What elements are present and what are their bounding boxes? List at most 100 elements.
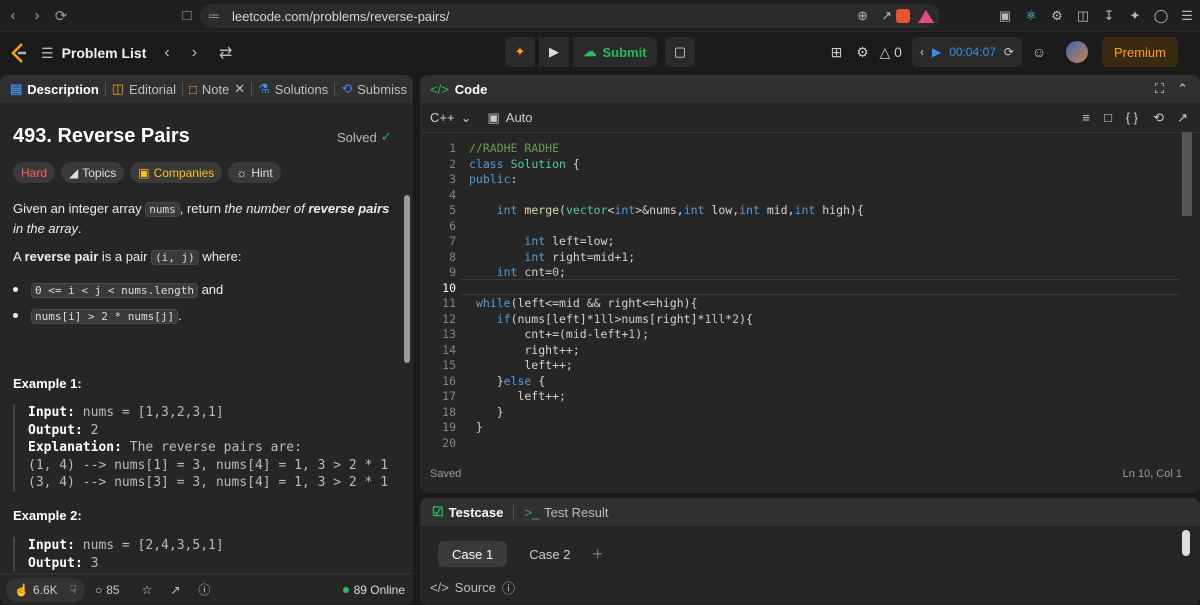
auto-mode-label[interactable]: Auto: [506, 110, 533, 125]
react-icon[interactable]: ⚛: [1020, 6, 1042, 26]
avatar[interactable]: [1065, 41, 1088, 63]
site-settings-icon[interactable]: ≔: [208, 9, 220, 23]
sidebar-icon[interactable]: ◫: [1072, 6, 1094, 26]
tab-testcase[interactable]: ☑ Testcase: [432, 504, 503, 520]
debugger-icon[interactable]: ✦: [505, 37, 535, 67]
layout-icon[interactable]: ⊞: [824, 37, 850, 67]
thumbs-down-icon[interactable]: ☟: [70, 583, 77, 597]
text: is a pair: [98, 249, 152, 264]
description-scrollbar[interactable]: [404, 195, 410, 363]
editor-scrollbar[interactable]: [1182, 132, 1192, 216]
code-tab-bar: </> Code ⛶ ⌃: [420, 75, 1200, 103]
bookmark-icon[interactable]: □: [176, 5, 198, 27]
vpn-icon[interactable]: ◯: [1150, 6, 1172, 26]
timer-value: 00:04:07: [949, 45, 996, 59]
leo-ai-icon[interactable]: ✦: [1124, 6, 1146, 26]
text: .: [78, 221, 82, 236]
problem-list-icon[interactable]: ☰: [41, 45, 54, 62]
problem-list-link[interactable]: Problem List: [62, 45, 147, 61]
likes-count: 6.6K: [32, 582, 58, 597]
extensions-icon[interactable]: ⚙: [1046, 6, 1068, 26]
checkbox-icon: ☑: [432, 504, 444, 519]
address-bar[interactable]: ≔ leetcode.com/problems/reverse-pairs/ ⊕…: [200, 4, 940, 28]
add-case-icon[interactable]: +: [592, 544, 603, 565]
language-select[interactable]: C++: [430, 110, 455, 125]
hint-badge[interactable]: ☼ Hint: [228, 162, 281, 183]
back-arrow-icon[interactable]: ‹: [2, 5, 24, 27]
timer-play-icon[interactable]: ▶: [932, 45, 941, 59]
text: where:: [198, 249, 242, 264]
download-icon[interactable]: ↧: [1098, 6, 1120, 26]
inline-code: nums[i] > 2 * nums[j]: [31, 309, 179, 324]
wallet-icon[interactable]: ▣: [994, 6, 1016, 26]
tab-submissions[interactable]: ⟲ Submiss: [341, 81, 407, 97]
brave-shield-icon[interactable]: [896, 9, 910, 23]
share-link-icon[interactable]: ↗: [170, 583, 180, 597]
notes-icon[interactable]: ▢: [665, 37, 695, 67]
fullscreen-icon[interactable]: ↗: [1177, 110, 1188, 126]
settings-gear-icon[interactable]: ⚙: [850, 37, 876, 67]
braces-icon[interactable]: { }: [1126, 110, 1138, 125]
tab-divider: [513, 505, 515, 519]
share-icon[interactable]: ↗: [881, 8, 892, 24]
case-2-tab[interactable]: Case 2: [515, 541, 584, 567]
format-lines-icon[interactable]: ≡: [1082, 110, 1090, 125]
online-count: 89 Online: [353, 582, 405, 597]
close-icon[interactable]: ✕: [234, 81, 245, 97]
reset-code-icon[interactable]: ⟲: [1153, 110, 1164, 126]
online-indicator: 89 Online: [342, 582, 405, 597]
bookmark-code-icon[interactable]: □: [1104, 110, 1112, 125]
tab-solutions[interactable]: ⚗ Solutions: [258, 81, 328, 97]
help-circle-icon[interactable]: ⓘ: [502, 578, 515, 597]
submit-button[interactable]: ☁ Submit: [573, 37, 657, 67]
tab-description[interactable]: ▤ Description: [10, 81, 99, 97]
help-circle-icon[interactable]: ⓘ: [198, 581, 210, 598]
timer-reset-icon[interactable]: ⟳: [1004, 45, 1014, 59]
forward-arrow-icon[interactable]: ›: [26, 5, 48, 27]
value: nums = [1,3,2,3,1]: [74, 405, 224, 420]
tab-note[interactable]: □ Note ✕: [189, 81, 245, 97]
leetcode-logo-icon[interactable]: [9, 42, 29, 64]
label: Explanation:: [28, 440, 122, 455]
shuffle-icon[interactable]: ⇄: [219, 43, 232, 63]
testcase-scrollbar[interactable]: [1182, 530, 1190, 556]
url-text: leetcode.com/problems/reverse-pairs/: [232, 8, 450, 24]
inline-code: nums: [145, 202, 180, 217]
timer[interactable]: ‹ ▶ 00:04:07 ⟳: [911, 37, 1022, 67]
add-user-icon[interactable]: ☺: [1026, 37, 1052, 67]
online-dot: [342, 586, 349, 593]
brave-rewards-icon[interactable]: [918, 9, 934, 23]
text: Given an integer array: [13, 201, 146, 216]
case-1-tab[interactable]: Case 1: [438, 541, 508, 567]
topics-badge[interactable]: ◢ Topics: [61, 162, 125, 183]
value: (3, 4) --> nums[3] = 3, nums[4] = 1, 3 >…: [28, 475, 389, 490]
source-toggle[interactable]: </> Source ⓘ: [430, 578, 515, 597]
inline-code: (i, j): [151, 250, 199, 265]
run-icon[interactable]: ▶: [539, 37, 569, 67]
like-button[interactable]: ☝ 6.6K ☟: [6, 577, 85, 602]
case-tabs: Case 1 Case 2 +: [438, 541, 603, 567]
reload-icon[interactable]: ⟳: [50, 5, 72, 27]
companies-label: Companies: [153, 165, 215, 180]
code-tab-label[interactable]: Code: [455, 82, 488, 97]
label: Input:: [28, 405, 75, 420]
next-problem-icon[interactable]: ›: [192, 44, 197, 62]
source-label: Source: [454, 580, 496, 595]
collapse-chevron-icon[interactable]: ⌃: [1177, 81, 1188, 97]
tab-editorial[interactable]: ◫ Editorial: [112, 81, 176, 97]
companies-badge[interactable]: ▣ Companies: [130, 162, 223, 183]
star-icon[interactable]: ☆: [142, 583, 153, 597]
comments-button[interactable]: ○ 85: [95, 583, 120, 597]
zoom-icon[interactable]: ⊕: [857, 8, 868, 24]
premium-button[interactable]: Premium: [1101, 37, 1178, 67]
timer-collapse-icon[interactable]: ‹: [920, 45, 924, 59]
prev-problem-icon[interactable]: ‹: [164, 44, 169, 62]
maximize-icon[interactable]: ⛶: [1155, 81, 1164, 97]
fire-streak-icon[interactable]: △ 0: [876, 37, 906, 67]
tab-test-result[interactable]: >_ Test Result: [524, 505, 608, 520]
bullet-dot: [13, 313, 18, 318]
menu-icon[interactable]: ☰: [1176, 6, 1198, 26]
chevron-down-icon[interactable]: ⌄: [461, 110, 472, 126]
code-editor[interactable]: 1//RADHE RADHE 2 class Solution { 3 public…: [420, 133, 1200, 453]
topics-label: Topics: [82, 165, 117, 180]
